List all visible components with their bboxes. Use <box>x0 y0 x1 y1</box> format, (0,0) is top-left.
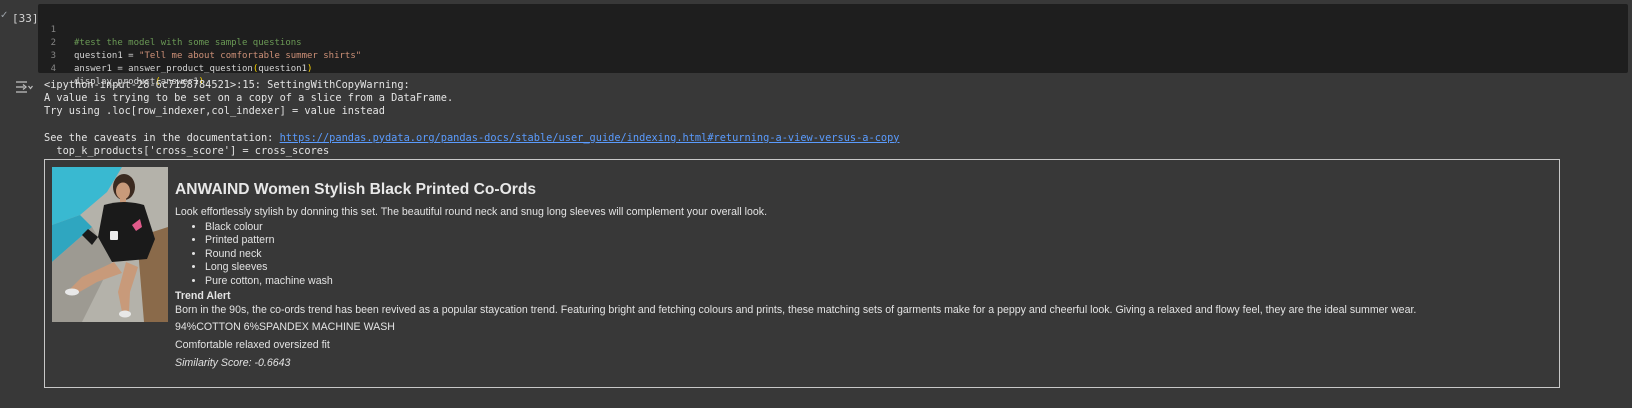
code-line: 2 question1 = "Tell me about comfortable… <box>38 24 362 61</box>
fit-text: Comfortable relaxed oversized fit <box>175 339 330 352</box>
code-line: 3 answer1 = answer_product_question(ques… <box>38 37 313 74</box>
list-item: Long sleeves <box>205 261 1545 274</box>
list-item: Printed pattern <box>205 234 1545 247</box>
code-paren: ) <box>307 64 313 74</box>
material-text: 94%COTTON 6%SPANDEX MACHINE WASH <box>175 321 395 334</box>
output-actions-icon[interactable] <box>15 80 33 94</box>
list-item: Black colour <box>205 221 1545 234</box>
similarity-score: Similarity Score: -0.6643 <box>175 357 291 370</box>
list-item: Round neck <box>205 248 1545 261</box>
warning-code-line: top_k_products['cross_score'] = cross_sc… <box>44 145 330 158</box>
product-card: ANWAIND Women Stylish Black Printed Co-O… <box>44 159 1560 388</box>
execution-count: [33] <box>12 12 39 25</box>
code-line: 1 #test the model with some sample quest… <box>38 11 302 48</box>
product-description: Look effortlessly stylish by donning thi… <box>175 206 768 218</box>
trend-heading: Trend Alert <box>175 290 231 303</box>
code-text: answer1 = answer_product_question <box>74 64 253 74</box>
code-cell-editor[interactable]: 1 #test the model with some sample quest… <box>38 4 1628 87</box>
list-item: Pure cotton, machine wash <box>205 275 1545 288</box>
warning-line: See the caveats in the documentation: <box>44 131 280 144</box>
code-string: "Tell me about comfortable summer shirts… <box>139 51 362 61</box>
documentation-link[interactable]: https://pandas.pydata.org/pandas-docs/st… <box>280 132 900 144</box>
warning-line: Try using .loc[row_indexer,col_indexer] … <box>44 105 385 118</box>
trend-text: Born in the 90s, the co-ords trend has b… <box>175 304 1417 317</box>
warning-line: A value is trying to be set on a copy of… <box>44 92 454 105</box>
code-line: 4 display_product(answer1) <box>38 50 204 87</box>
product-image <box>52 167 168 322</box>
warning-line: <ipython-input-28-6c7158784521>:15: Sett… <box>44 79 410 91</box>
code-text: question1 = <box>74 51 140 61</box>
product-title: ANWAIND Women Stylish Black Printed Co-O… <box>175 181 537 198</box>
run-status-check-icon: ✓ <box>0 10 9 21</box>
line-number: 4 <box>50 64 56 74</box>
product-info: ANWAIND Women Stylish Black Printed Co-O… <box>175 179 1545 370</box>
feature-list: Black colour Printed pattern Round neck … <box>175 221 1545 288</box>
code-comment: #test the model with some sample questio… <box>74 38 302 48</box>
stderr-output: <ipython-input-28-6c7158784521>:15: Sett… <box>44 79 900 158</box>
code-arg: question1 <box>258 64 308 74</box>
